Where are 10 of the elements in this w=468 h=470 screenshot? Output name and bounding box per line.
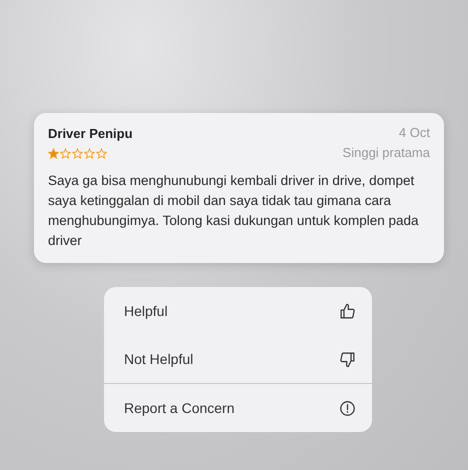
thumbs-up-icon xyxy=(339,302,356,320)
menu-item[interactable]: Report a Concern xyxy=(104,384,372,432)
thumbs-down-icon xyxy=(339,350,356,368)
menu-item[interactable]: Helpful xyxy=(104,287,372,335)
menu-item[interactable]: Not Helpful xyxy=(104,335,372,383)
review-author: Singgi pratama xyxy=(342,144,430,162)
review-date: 4 Oct xyxy=(398,124,430,142)
review-title: Driver Penipu xyxy=(48,126,133,140)
alert-icon xyxy=(339,400,356,416)
review-text: Saya ga bisa menghunubungi kembali driver in drive, dompet saya ketinggalan di mobil dan saya tidak tau gimana cara menghubungimya. Tolong kasi dukungan untuk komplen pada driver xyxy=(48,172,420,250)
